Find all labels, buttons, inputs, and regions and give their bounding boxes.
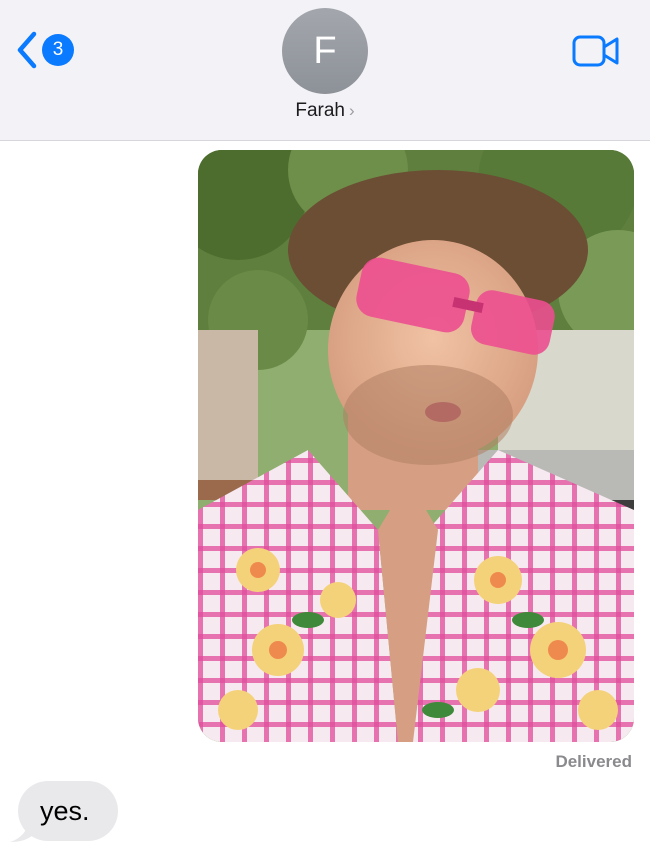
chevron-left-icon: [17, 31, 37, 69]
conversation-header: 3 F Farah ›: [0, 0, 650, 141]
contact-avatar[interactable]: F: [282, 8, 368, 94]
contact-name-button[interactable]: Farah ›: [0, 100, 650, 122]
back-button[interactable]: 3: [16, 30, 74, 70]
contact-name: Farah: [295, 100, 345, 121]
incoming-message-text: yes.: [40, 795, 90, 826]
delivery-status: Delivered: [555, 752, 632, 771]
unread-count-badge: 3: [42, 34, 74, 66]
photo-message[interactable]: [198, 150, 634, 742]
photo-image: [198, 150, 634, 742]
chevron-right-icon: ›: [348, 101, 355, 120]
incoming-message[interactable]: yes.: [18, 781, 118, 841]
video-camera-icon[interactable]: [572, 34, 620, 68]
